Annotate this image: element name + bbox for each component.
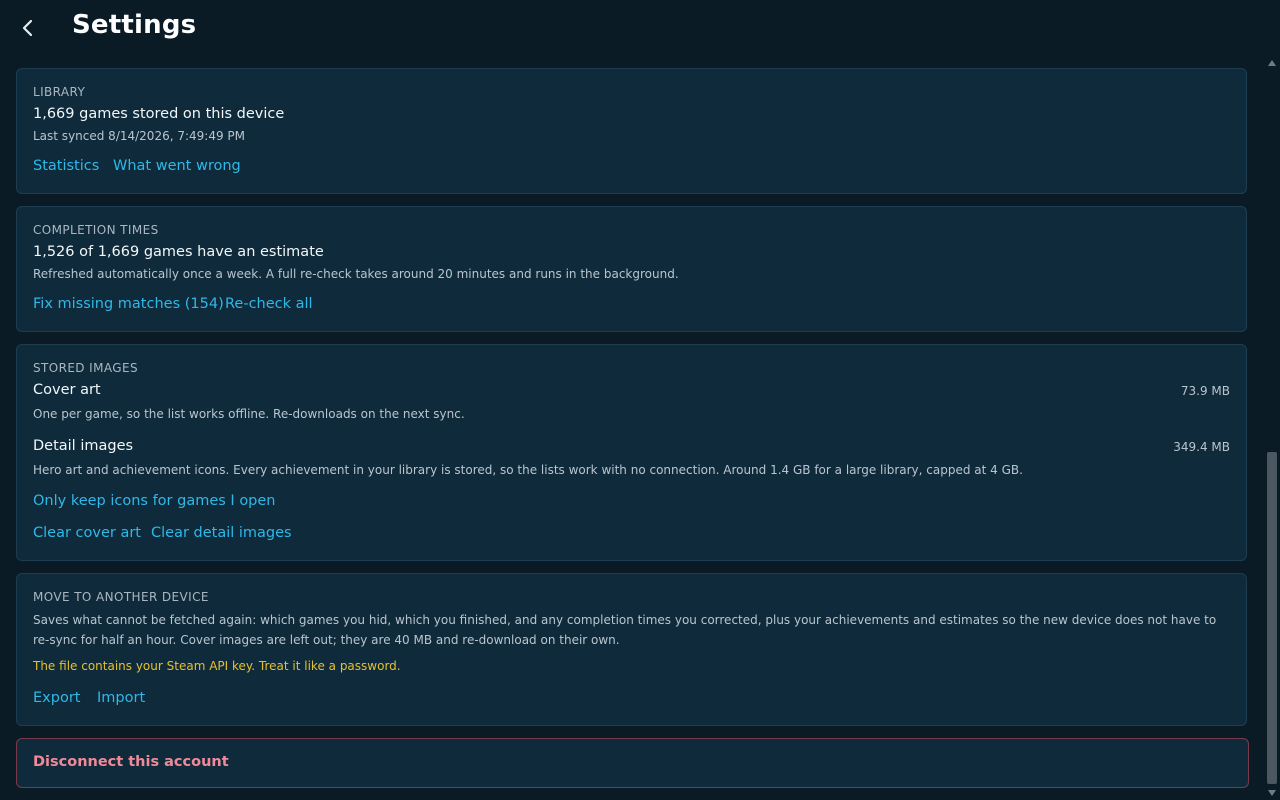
statistics-link[interactable]: Statistics — [33, 158, 99, 174]
move-section-label: MOVE TO ANOTHER DEVICE — [33, 590, 209, 604]
only-keep-icons-link[interactable]: Only keep icons for games I open — [33, 493, 276, 509]
stored-images-card: STORED IMAGES Cover art 73.9 MB One per … — [16, 344, 1247, 561]
completion-section-label: COMPLETION TIMES — [33, 223, 159, 237]
library-section-label: LIBRARY — [33, 85, 86, 99]
scrollbar[interactable] — [1264, 56, 1280, 800]
detail-images-note: Hero art and achievement icons. Every ac… — [33, 463, 1023, 477]
move-note: Saves what cannot be fetched again: whic… — [33, 613, 1217, 647]
completion-times-card: COMPLETION TIMES 1,526 of 1,669 games ha… — [16, 206, 1247, 332]
disconnect-label: Disconnect this account — [33, 754, 229, 770]
api-key-warning: The file contains your Steam API key. Tr… — [33, 659, 401, 673]
library-card: LIBRARY 1,669 games stored on this devic… — [16, 68, 1247, 194]
recheck-all-link[interactable]: Re-check all — [225, 296, 313, 312]
library-last-synced: Last synced 8/14/2026, 7:49:49 PM — [33, 129, 246, 143]
library-summary: 1,669 games stored on this device — [33, 106, 285, 122]
completion-note: Refreshed automatically once a week. A f… — [33, 267, 679, 281]
scroll-up-arrow-icon[interactable] — [1268, 60, 1276, 66]
chevron-left-icon — [22, 19, 33, 37]
header: Settings — [0, 0, 1280, 56]
detail-images-title: Detail images — [33, 438, 134, 454]
cover-art-size: 73.9 MB — [1180, 384, 1230, 398]
detail-images-size: 349.4 MB — [1173, 440, 1230, 454]
clear-detail-images-link[interactable]: Clear detail images — [151, 525, 292, 541]
page-title: Settings — [72, 10, 197, 40]
clear-cover-art-link[interactable]: Clear cover art — [33, 525, 141, 541]
cover-art-title: Cover art — [33, 382, 101, 398]
images-section-label: STORED IMAGES — [33, 361, 138, 375]
import-link[interactable]: Import — [97, 690, 145, 706]
back-button[interactable] — [14, 14, 42, 42]
move-device-card: MOVE TO ANOTHER DEVICE Saves what cannot… — [16, 573, 1247, 726]
completion-summary: 1,526 of 1,669 games have an estimate — [33, 244, 324, 260]
cover-art-note: One per game, so the list works offline.… — [33, 407, 465, 421]
what-went-wrong-link[interactable]: What went wrong — [113, 158, 241, 174]
export-link[interactable]: Export — [33, 690, 80, 706]
scroll-down-arrow-icon[interactable] — [1268, 790, 1276, 796]
disconnect-account-button[interactable]: Disconnect this account — [16, 738, 1249, 788]
fix-missing-matches-link[interactable]: Fix missing matches (154) — [33, 296, 224, 312]
scrollbar-thumb[interactable] — [1267, 452, 1277, 784]
